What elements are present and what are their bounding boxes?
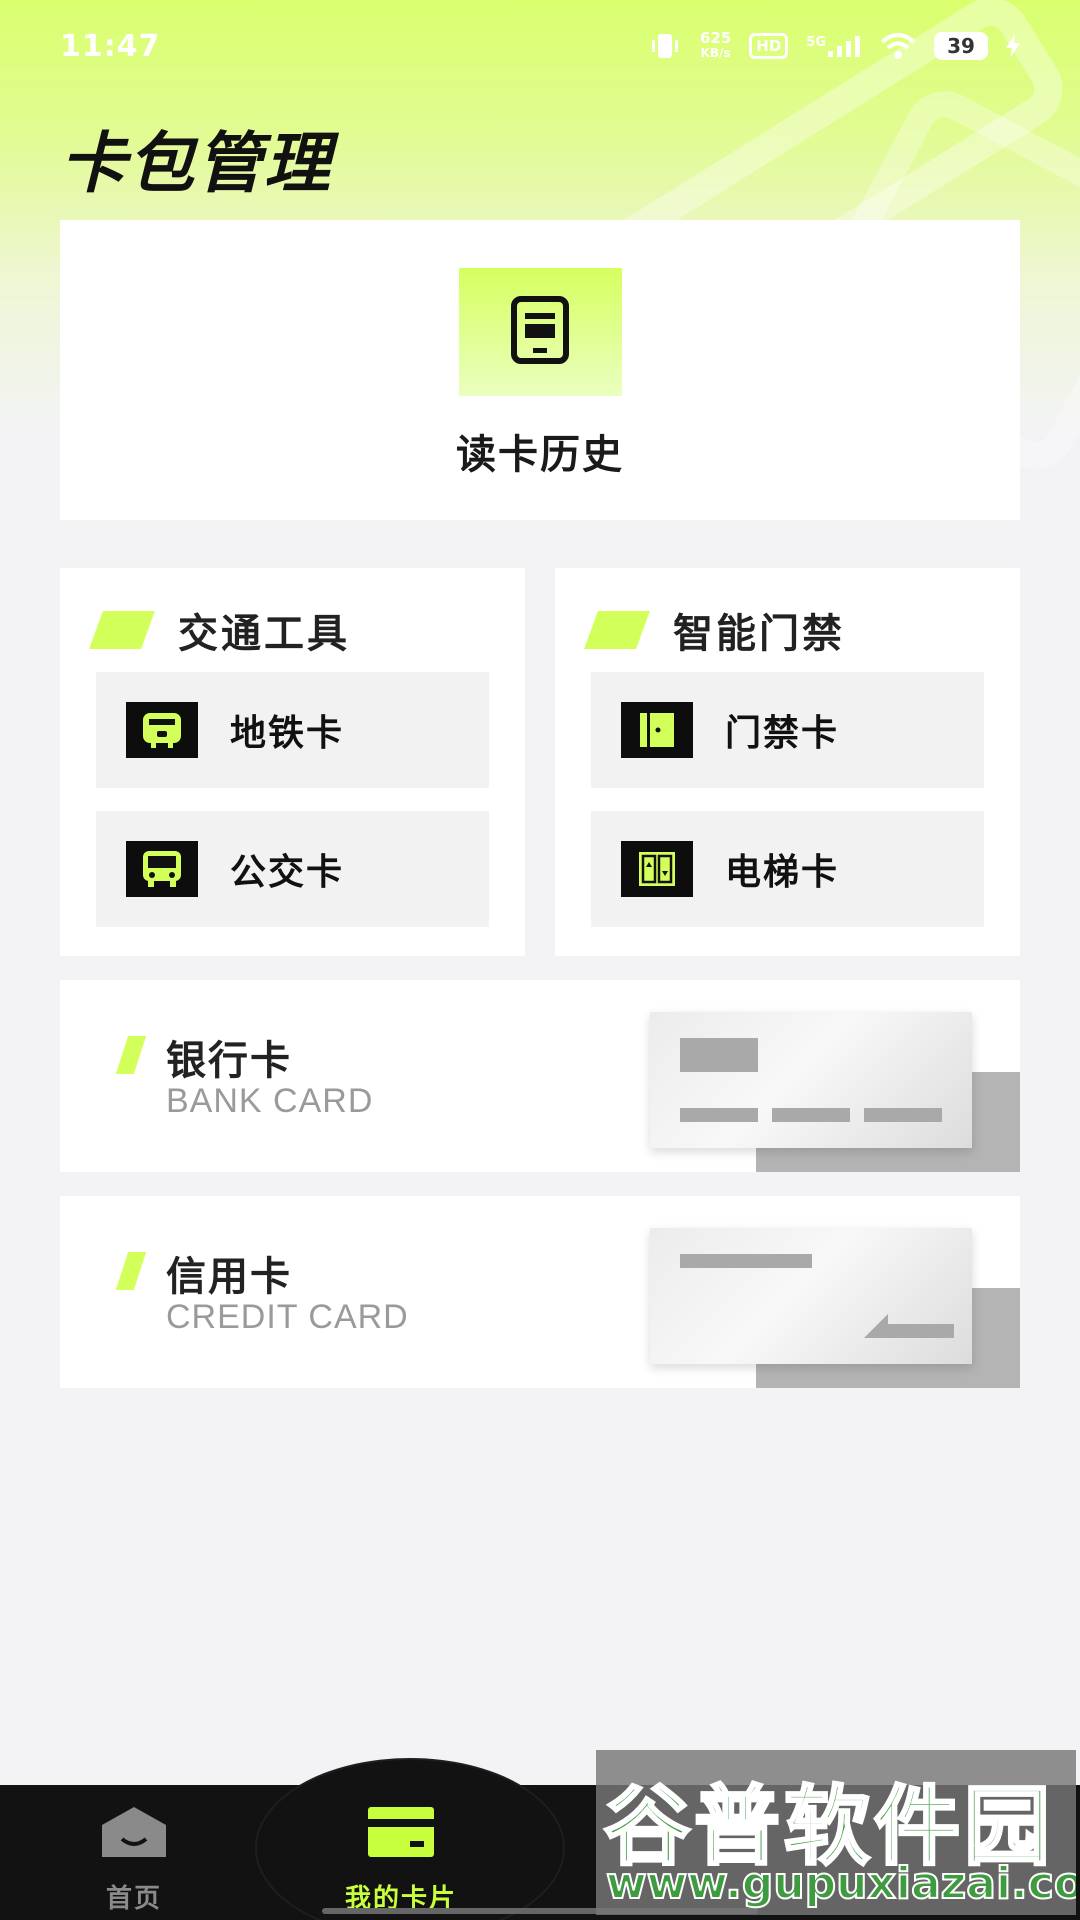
watermark-url: www.gupuxiazai.com — [605, 1857, 1076, 1910]
card-number-block — [680, 1108, 758, 1122]
net-speed-value: 625 — [699, 29, 732, 47]
watermark: 谷普软件园 www.gupuxiazai.com — [596, 1750, 1076, 1915]
elevator-icon — [621, 841, 693, 897]
battery-icon: 39 — [934, 32, 988, 60]
read-history-label: 读卡历史 — [456, 432, 624, 478]
metro-card-label: 地铁卡 — [230, 713, 345, 754]
transport-header: 交通工具 — [89, 604, 350, 657]
card-chip — [680, 1038, 758, 1072]
bus-icon — [126, 841, 198, 897]
nav-home-label: 首页 — [105, 1884, 162, 1914]
home-icon — [100, 1805, 168, 1866]
status-icons: 625 KB/s HD 5G 39 — [648, 31, 1020, 61]
elevator-card-label: 电梯卡 — [725, 852, 840, 893]
status-time: 11:47 — [60, 28, 161, 64]
bus-card-item[interactable]: 公交卡 — [96, 811, 489, 927]
card-corner-mark — [864, 1314, 888, 1338]
page-title: 卡包管理 — [60, 125, 332, 202]
card-signature-block — [886, 1324, 954, 1338]
bus-card-label: 公交卡 — [230, 852, 345, 893]
accent-mark — [115, 1252, 147, 1290]
history-icon-box — [458, 268, 622, 396]
access-header: 智能门禁 — [584, 604, 845, 657]
door-card-label: 门禁卡 — [725, 713, 840, 754]
metro-card-item[interactable]: 地铁卡 — [96, 672, 489, 788]
status-bar: 11:47 625 KB/s HD 5G 39 — [0, 0, 1080, 92]
read-history-card[interactable]: 读卡历史 — [60, 220, 1020, 520]
wifi-icon — [880, 32, 916, 60]
bank-card-entry[interactable]: 银行卡 BANK CARD — [60, 980, 1020, 1172]
bank-card-title: 银行卡 — [166, 1038, 292, 1084]
accent-mark — [89, 611, 155, 649]
charging-icon — [1006, 34, 1020, 58]
elevator-card-item[interactable]: 电梯卡 — [591, 811, 984, 927]
credit-card-title: 信用卡 — [166, 1254, 292, 1300]
nav-my-cards[interactable]: 我的卡片 — [345, 1805, 457, 1915]
accent-mark — [584, 611, 650, 649]
nav-home[interactable]: 首页 — [100, 1805, 168, 1915]
bank-card-illustration — [650, 1012, 972, 1148]
access-panel: 智能门禁 门禁卡 电梯卡 — [555, 568, 1020, 956]
signal-label: 5G — [806, 35, 826, 50]
card-number-block — [772, 1108, 850, 1122]
transport-panel: 交通工具 地铁卡 公交卡 — [60, 568, 525, 956]
metro-icon — [126, 702, 198, 758]
door-card-item[interactable]: 门禁卡 — [591, 672, 984, 788]
access-title: 智能门禁 — [673, 611, 845, 657]
credit-card-illustration — [650, 1228, 972, 1364]
hd-badge: HD — [749, 33, 789, 59]
credit-card-subtitle: CREDIT CARD — [166, 1298, 409, 1336]
card-stripe — [680, 1254, 812, 1268]
signal-icon: 5G — [806, 35, 862, 57]
card-icon — [366, 1805, 436, 1866]
vibrate-icon — [648, 32, 682, 60]
credit-card-entry[interactable]: 信用卡 CREDIT CARD — [60, 1196, 1020, 1388]
net-speed: 625 KB/s — [700, 31, 731, 61]
bank-card-subtitle: BANK CARD — [166, 1082, 374, 1120]
phone-card-icon — [510, 296, 570, 368]
card-number-block — [864, 1108, 942, 1122]
net-speed-unit: KB/s — [700, 46, 731, 60]
accent-mark — [115, 1036, 147, 1074]
door-icon — [621, 702, 693, 758]
transport-title: 交通工具 — [178, 611, 350, 657]
